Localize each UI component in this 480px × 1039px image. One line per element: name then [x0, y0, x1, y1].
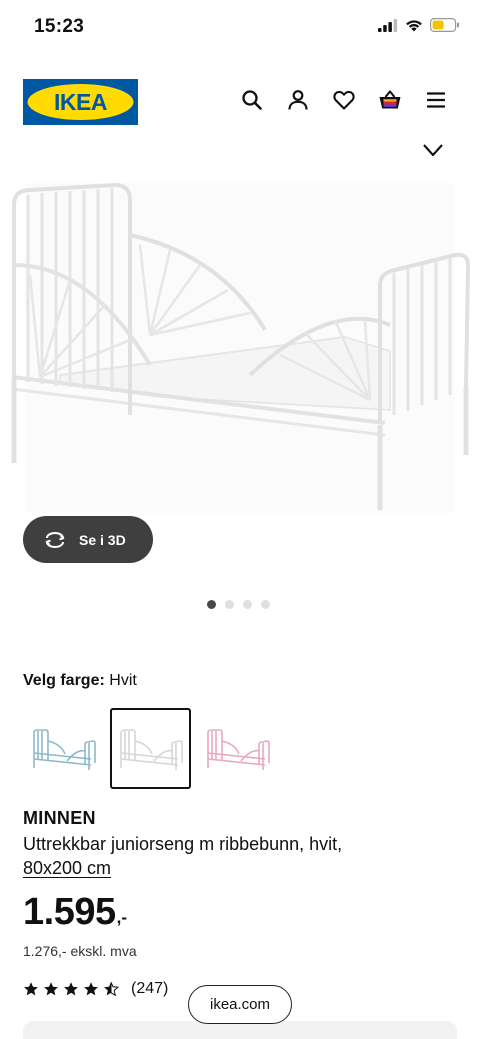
product-favorite-icon[interactable] [421, 142, 445, 162]
rating-count: (247) [131, 980, 169, 997]
color-selection: Velg farge: Hvit [23, 672, 137, 690]
swatch-pink-bed[interactable] [197, 708, 278, 789]
site-header: IKEA [0, 70, 480, 134]
star-full-icon [64, 982, 78, 996]
product-price: 1.595 ,- [23, 893, 127, 931]
carousel-dots [207, 600, 270, 609]
account-icon[interactable] [286, 88, 310, 112]
color-label: Velg farge: [23, 672, 105, 689]
header-actions [240, 88, 448, 112]
search-icon[interactable] [240, 88, 264, 112]
logo-text: IKEA [54, 89, 107, 115]
product-rating[interactable]: (247) [23, 980, 168, 998]
pink-bed-thumbnail [206, 728, 270, 770]
white-bed-thumbnail [119, 728, 183, 770]
ikea-logo[interactable]: IKEA [23, 79, 138, 125]
carousel-dot[interactable] [243, 600, 252, 609]
carousel-dot[interactable] [207, 600, 216, 609]
browser-url-pill[interactable]: ikea.com [188, 985, 292, 1024]
status-icons [378, 18, 460, 32]
view-3d-button[interactable]: Se i 3D [23, 516, 153, 563]
carousel-dot[interactable] [261, 600, 270, 609]
star-half-icon [104, 981, 119, 997]
status-bar: 15:23 [0, 0, 480, 56]
view-3d-label: Se i 3D [79, 531, 126, 548]
price-ex-vat: 1.276,- ekskl. mva [23, 943, 137, 959]
color-swatches [23, 708, 278, 789]
product-size-link[interactable]: 80x200 cm [23, 856, 111, 880]
swatch-white-bed[interactable] [110, 708, 191, 789]
star-full-icon [44, 982, 58, 996]
battery-icon [430, 18, 459, 32]
carousel-dot[interactable] [225, 600, 234, 609]
price-amount: 1.595 [23, 891, 116, 933]
heart-icon[interactable] [332, 88, 356, 112]
price-suffix: ,- [116, 908, 127, 927]
star-full-icon [24, 982, 38, 996]
wifi-icon [406, 19, 422, 31]
status-time: 15:23 [34, 16, 85, 37]
swatch-blue-bed[interactable] [23, 708, 104, 789]
product-image[interactable] [0, 165, 480, 535]
product-name: MINNEN [23, 808, 96, 828]
cart-icon[interactable] [378, 88, 402, 112]
menu-icon[interactable] [424, 88, 448, 112]
signal-icon [378, 18, 398, 32]
color-value: Hvit [109, 672, 137, 689]
star-full-icon [84, 982, 98, 996]
product-description: Uttrekkbar juniorseng m ribbebunn, hvit, [23, 834, 343, 854]
rotate-3d-icon [45, 531, 65, 548]
blue-bed-thumbnail [32, 728, 96, 770]
